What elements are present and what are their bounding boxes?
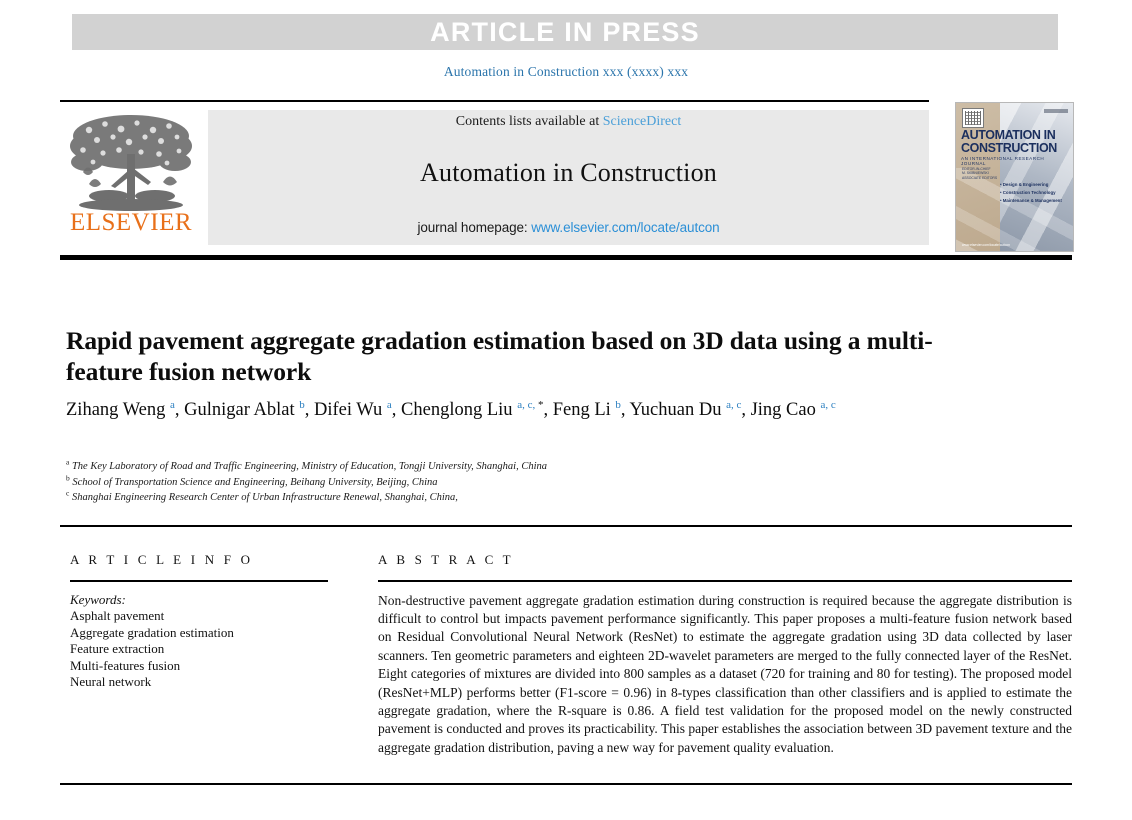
journal-cover-thumbnail: AUTOMATION IN CONSTRUCTION AN INTERNATIO… bbox=[955, 102, 1074, 252]
journal-homepage-link[interactable]: www.elsevier.com/locate/autcon bbox=[531, 220, 719, 235]
author-separator: , bbox=[174, 400, 185, 420]
article-info-heading: A R T I C L E I N F O bbox=[70, 552, 254, 567]
cover-url: www.elsevier.com/locate/autcon bbox=[962, 243, 1011, 247]
cover-title-line-1: AUTOMATION IN bbox=[961, 128, 1056, 142]
journal-title: Automation in Construction bbox=[420, 158, 717, 187]
cover-bullet-0: Design & Engineering bbox=[1000, 181, 1070, 189]
article-in-press-label: ARTICLE IN PRESS bbox=[430, 16, 700, 47]
author-name: Difei Wu bbox=[314, 400, 387, 420]
abstract-column: A B S T R A C T Non-destructive pavement… bbox=[378, 552, 1072, 771]
author-name: Gulnigar Ablat bbox=[184, 400, 300, 420]
masthead-top-rule bbox=[60, 100, 929, 102]
affiliation-item: a The Key Laboratory of Road and Traffic… bbox=[66, 458, 946, 475]
elsevier-tree-icon bbox=[70, 115, 192, 211]
cover-topic-bullets: Design & Engineering Construction Techno… bbox=[1000, 181, 1070, 205]
cover-bullet-1: Construction Technology bbox=[1000, 189, 1070, 197]
keywords-label: Keywords: bbox=[70, 591, 126, 607]
affiliation-text: The Key Laboratory of Road and Traffic E… bbox=[69, 461, 547, 472]
cover-editor-meta: EDITOR-IN-CHIEF M. SKIBNIEWSKI ASSOCIATE E… bbox=[962, 167, 998, 180]
cover-title-line-2: CONSTRUCTION bbox=[961, 140, 1057, 155]
author-affiliation-mark: a, c, bbox=[517, 398, 536, 411]
cover-bullet-2: Maintenance & Management bbox=[1000, 197, 1070, 205]
page-title: Rapid pavement aggregate gradation estim… bbox=[66, 326, 933, 387]
cover-journal-title: AUTOMATION IN CONSTRUCTION bbox=[961, 129, 1069, 154]
abstract-text: Non-destructive pavement aggregate grada… bbox=[378, 592, 1072, 755]
keywords-block: Keywords: Asphalt pavement Aggregate gra… bbox=[70, 592, 328, 691]
info-section-top-rule bbox=[60, 525, 1072, 527]
keyword-item: Asphalt pavement bbox=[70, 608, 165, 623]
journal-homepage-line: journal homepage: www.elsevier.com/locat… bbox=[208, 220, 929, 235]
abstract-heading-rule bbox=[378, 580, 1072, 582]
affiliation-item: b School of Transportation Science and E… bbox=[66, 474, 946, 491]
affiliation-item: c Shanghai Engineering Research Center o… bbox=[66, 489, 946, 506]
author-separator: , bbox=[741, 400, 751, 420]
author-name: Feng Li bbox=[552, 400, 616, 420]
contents-lists-line: Contents lists available at ScienceDirec… bbox=[208, 114, 929, 130]
author-name: Zihang Weng bbox=[66, 400, 171, 420]
author-name: Yuchuan Du bbox=[629, 400, 727, 420]
journal-masthead: ELSEVIER Contents lists available at Sci… bbox=[60, 100, 1074, 252]
abstract-bottom-rule bbox=[60, 783, 1072, 785]
elsevier-logo: ELSEVIER bbox=[67, 110, 195, 244]
author-name: Jing Cao bbox=[750, 400, 821, 420]
cover-issn-block bbox=[1044, 109, 1068, 113]
elsevier-wordmark: ELSEVIER bbox=[69, 209, 193, 236]
article-in-press-banner: ARTICLE IN PRESS bbox=[72, 14, 1058, 50]
contents-lists-prefix: Contents lists available at bbox=[455, 114, 603, 129]
masthead-bottom-thick-rule bbox=[60, 255, 1072, 260]
keyword-item: Feature extraction bbox=[70, 641, 165, 656]
keyword-item: Multi-features fusion bbox=[70, 657, 181, 673]
keyword-item: Neural network bbox=[70, 674, 152, 689]
affiliation-list: a The Key Laboratory of Road and Traffic… bbox=[66, 458, 946, 506]
affiliation-text: School of Transportation Science and Eng… bbox=[69, 476, 438, 488]
abstract-heading: A B S T R A C T bbox=[378, 552, 514, 567]
author-separator: , bbox=[543, 400, 553, 420]
article-info-heading-rule bbox=[70, 580, 328, 582]
author-affiliation-mark: a, c bbox=[820, 398, 836, 411]
article-info-column: A R T I C L E I N F O Keywords: Asphalt … bbox=[70, 552, 328, 691]
keyword-item: Aggregate gradation estimation bbox=[70, 624, 234, 640]
journal-homepage-prefix: journal homepage: bbox=[417, 220, 532, 235]
cover-elsevier-mark-icon bbox=[962, 108, 984, 128]
author-affiliation-mark: a, c bbox=[726, 398, 742, 411]
sciencedirect-link[interactable]: ScienceDirect bbox=[603, 114, 682, 129]
author-list: Zihang Weng a, Gulnigar Ablat b, Difei W… bbox=[66, 397, 946, 423]
affiliation-text: Shanghai Engineering Research Center of … bbox=[69, 492, 458, 503]
author-separator: , bbox=[391, 400, 402, 420]
cover-journal-subtitle: AN INTERNATIONAL RESEARCH JOURNAL bbox=[961, 156, 1045, 166]
author-name: Chenglong Liu bbox=[401, 400, 518, 420]
journal-citation-line: Automation in Construction xxx (xxxx) xx… bbox=[443, 64, 689, 79]
author-separator: , bbox=[304, 400, 314, 420]
